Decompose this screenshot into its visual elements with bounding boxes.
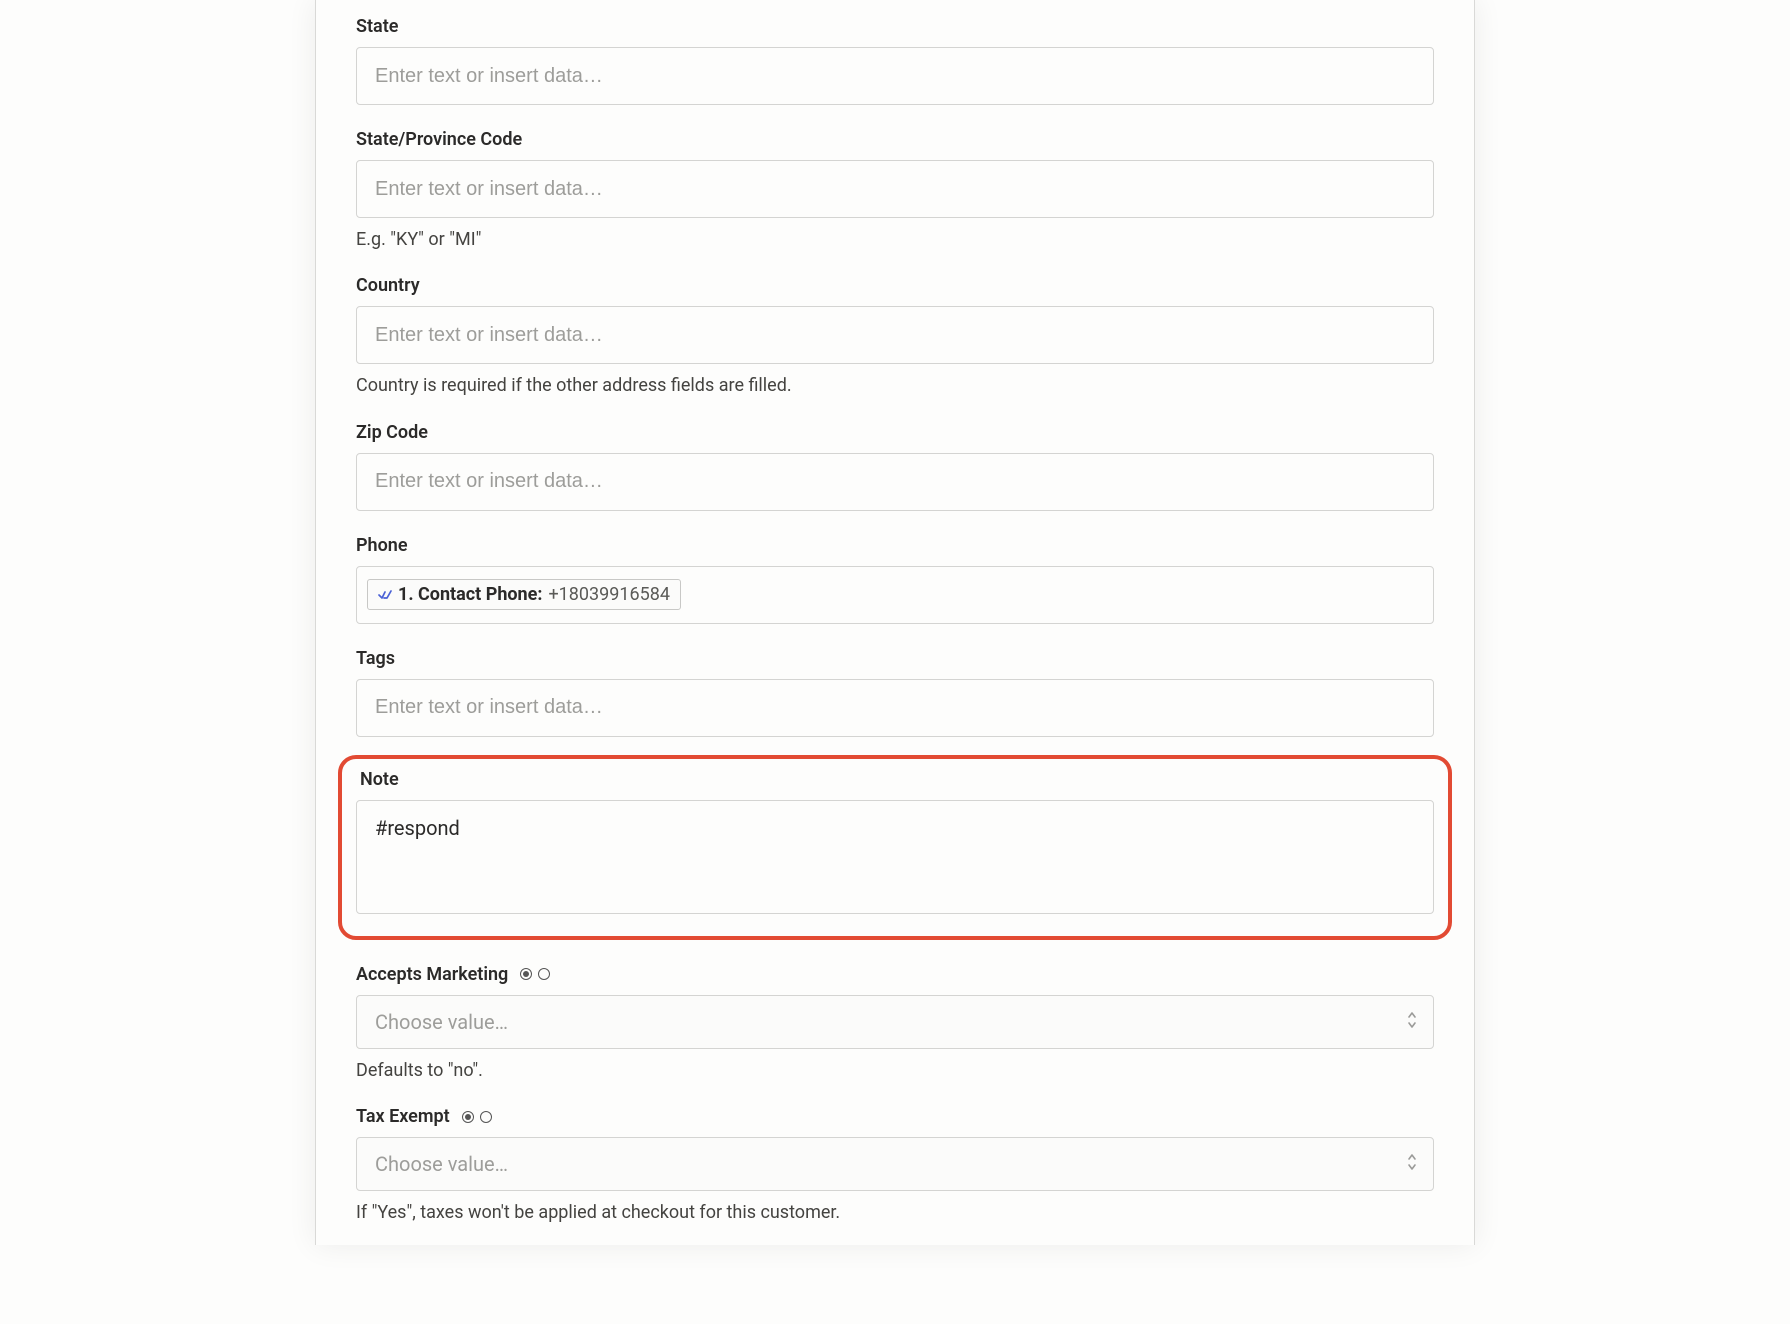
helper-accepts-marketing: Defaults to "no".	[356, 1059, 1434, 1082]
state-input[interactable]	[356, 47, 1434, 105]
form-panel: State State/Province Code E.g. "KY" or "…	[315, 0, 1475, 1245]
radio-selected-icon[interactable]	[462, 1111, 474, 1123]
label-tags: Tags	[356, 648, 1434, 669]
accepts-marketing-radio-group	[520, 968, 550, 980]
helper-state-code: E.g. "KY" or "MI"	[356, 228, 1434, 251]
field-zip: Zip Code	[356, 422, 1434, 511]
field-phone: Phone 1. Contact Phone: +18039916584	[356, 535, 1434, 624]
data-token-icon	[378, 589, 392, 601]
field-state-code: State/Province Code E.g. "KY" or "MI"	[356, 129, 1434, 251]
phone-data-pill[interactable]: 1. Contact Phone: +18039916584	[367, 579, 681, 610]
tags-input[interactable]	[356, 679, 1434, 737]
helper-country: Country is required if the other address…	[356, 374, 1434, 397]
helper-tax-exempt: If "Yes", taxes won't be applied at chec…	[356, 1201, 1434, 1224]
label-tax-exempt: Tax Exempt	[356, 1106, 1434, 1127]
label-accepts-marketing: Accepts Marketing	[356, 964, 1434, 985]
note-highlight: Note	[338, 755, 1452, 940]
tax-exempt-radio-group	[462, 1111, 492, 1123]
zip-input[interactable]	[356, 453, 1434, 511]
radio-selected-icon[interactable]	[520, 968, 532, 980]
label-state: State	[356, 16, 1434, 37]
note-input[interactable]	[356, 800, 1434, 914]
phone-input[interactable]: 1. Contact Phone: +18039916584	[356, 566, 1434, 624]
field-country: Country Country is required if the other…	[356, 275, 1434, 397]
country-input[interactable]	[356, 306, 1434, 364]
radio-unselected-icon[interactable]	[538, 968, 550, 980]
state-code-input[interactable]	[356, 160, 1434, 218]
radio-unselected-icon[interactable]	[480, 1111, 492, 1123]
label-note: Note	[360, 769, 1434, 790]
field-tags: Tags	[356, 648, 1434, 737]
accepts-marketing-select[interactable]: Choose value…	[356, 995, 1434, 1049]
label-accepts-marketing-text: Accepts Marketing	[356, 964, 508, 985]
label-country: Country	[356, 275, 1434, 296]
label-tax-exempt-text: Tax Exempt	[356, 1106, 450, 1127]
label-zip: Zip Code	[356, 422, 1434, 443]
field-accepts-marketing: Accepts Marketing Choose value… Defaults…	[356, 964, 1434, 1082]
field-tax-exempt: Tax Exempt Choose value… If "Yes", taxes…	[356, 1106, 1434, 1224]
phone-pill-label: 1. Contact Phone:	[398, 584, 542, 605]
label-phone: Phone	[356, 535, 1434, 556]
tax-exempt-select-placeholder: Choose value…	[375, 1152, 508, 1176]
tax-exempt-select[interactable]: Choose value…	[356, 1137, 1434, 1191]
tax-exempt-select-wrap: Choose value…	[356, 1137, 1434, 1191]
phone-pill-value: +18039916584	[548, 584, 670, 605]
label-state-code: State/Province Code	[356, 129, 1434, 150]
field-state: State	[356, 0, 1434, 105]
accepts-marketing-select-wrap: Choose value…	[356, 995, 1434, 1049]
accepts-marketing-select-placeholder: Choose value…	[375, 1010, 508, 1034]
